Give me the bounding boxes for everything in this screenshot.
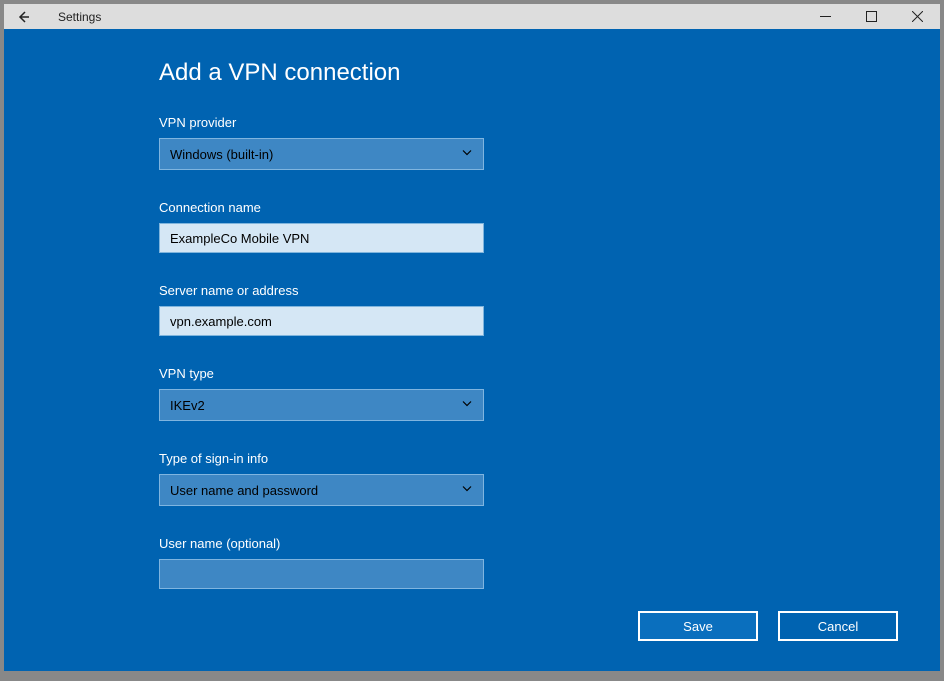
save-button[interactable]: Save [638, 611, 758, 641]
server-address-field: Server name or address [159, 283, 940, 336]
close-icon [912, 11, 923, 22]
vpn-type-label: VPN type [159, 366, 940, 381]
server-address-input[interactable] [159, 306, 484, 336]
cancel-button[interactable]: Cancel [778, 611, 898, 641]
maximize-button[interactable] [848, 4, 894, 29]
username-field: User name (optional) [159, 536, 940, 589]
arrow-left-icon [16, 10, 30, 24]
close-button[interactable] [894, 4, 940, 29]
chevron-down-icon [461, 398, 473, 413]
maximize-icon [866, 11, 877, 22]
vpn-provider-value: Windows (built-in) [170, 147, 273, 162]
connection-name-label: Connection name [159, 200, 940, 215]
vpn-type-value: IKEv2 [170, 398, 205, 413]
vpn-type-field: VPN type IKEv2 [159, 366, 940, 421]
titlebar: Settings [4, 4, 940, 29]
chevron-down-icon [461, 483, 473, 498]
window-title: Settings [58, 10, 101, 24]
vpn-type-select[interactable]: IKEv2 [159, 389, 484, 421]
minimize-icon [820, 11, 831, 22]
page-title: Add a VPN connection [159, 59, 940, 87]
signin-type-select[interactable]: User name and password [159, 474, 484, 506]
signin-type-value: User name and password [170, 483, 318, 498]
main-panel: Add a VPN connection VPN provider Window… [4, 29, 940, 671]
vpn-provider-label: VPN provider [159, 115, 940, 130]
minimize-button[interactable] [802, 4, 848, 29]
chevron-down-icon [461, 147, 473, 162]
server-address-label: Server name or address [159, 283, 940, 298]
username-input[interactable] [159, 559, 484, 589]
vpn-provider-select[interactable]: Windows (built-in) [159, 138, 484, 170]
connection-name-field: Connection name [159, 200, 940, 253]
username-label: User name (optional) [159, 536, 940, 551]
vpn-provider-field: VPN provider Windows (built-in) [159, 115, 940, 170]
back-button[interactable] [12, 10, 34, 24]
signin-type-label: Type of sign-in info [159, 451, 940, 466]
button-row: Save Cancel [638, 611, 898, 641]
signin-type-field: Type of sign-in info User name and passw… [159, 451, 940, 506]
connection-name-input[interactable] [159, 223, 484, 253]
